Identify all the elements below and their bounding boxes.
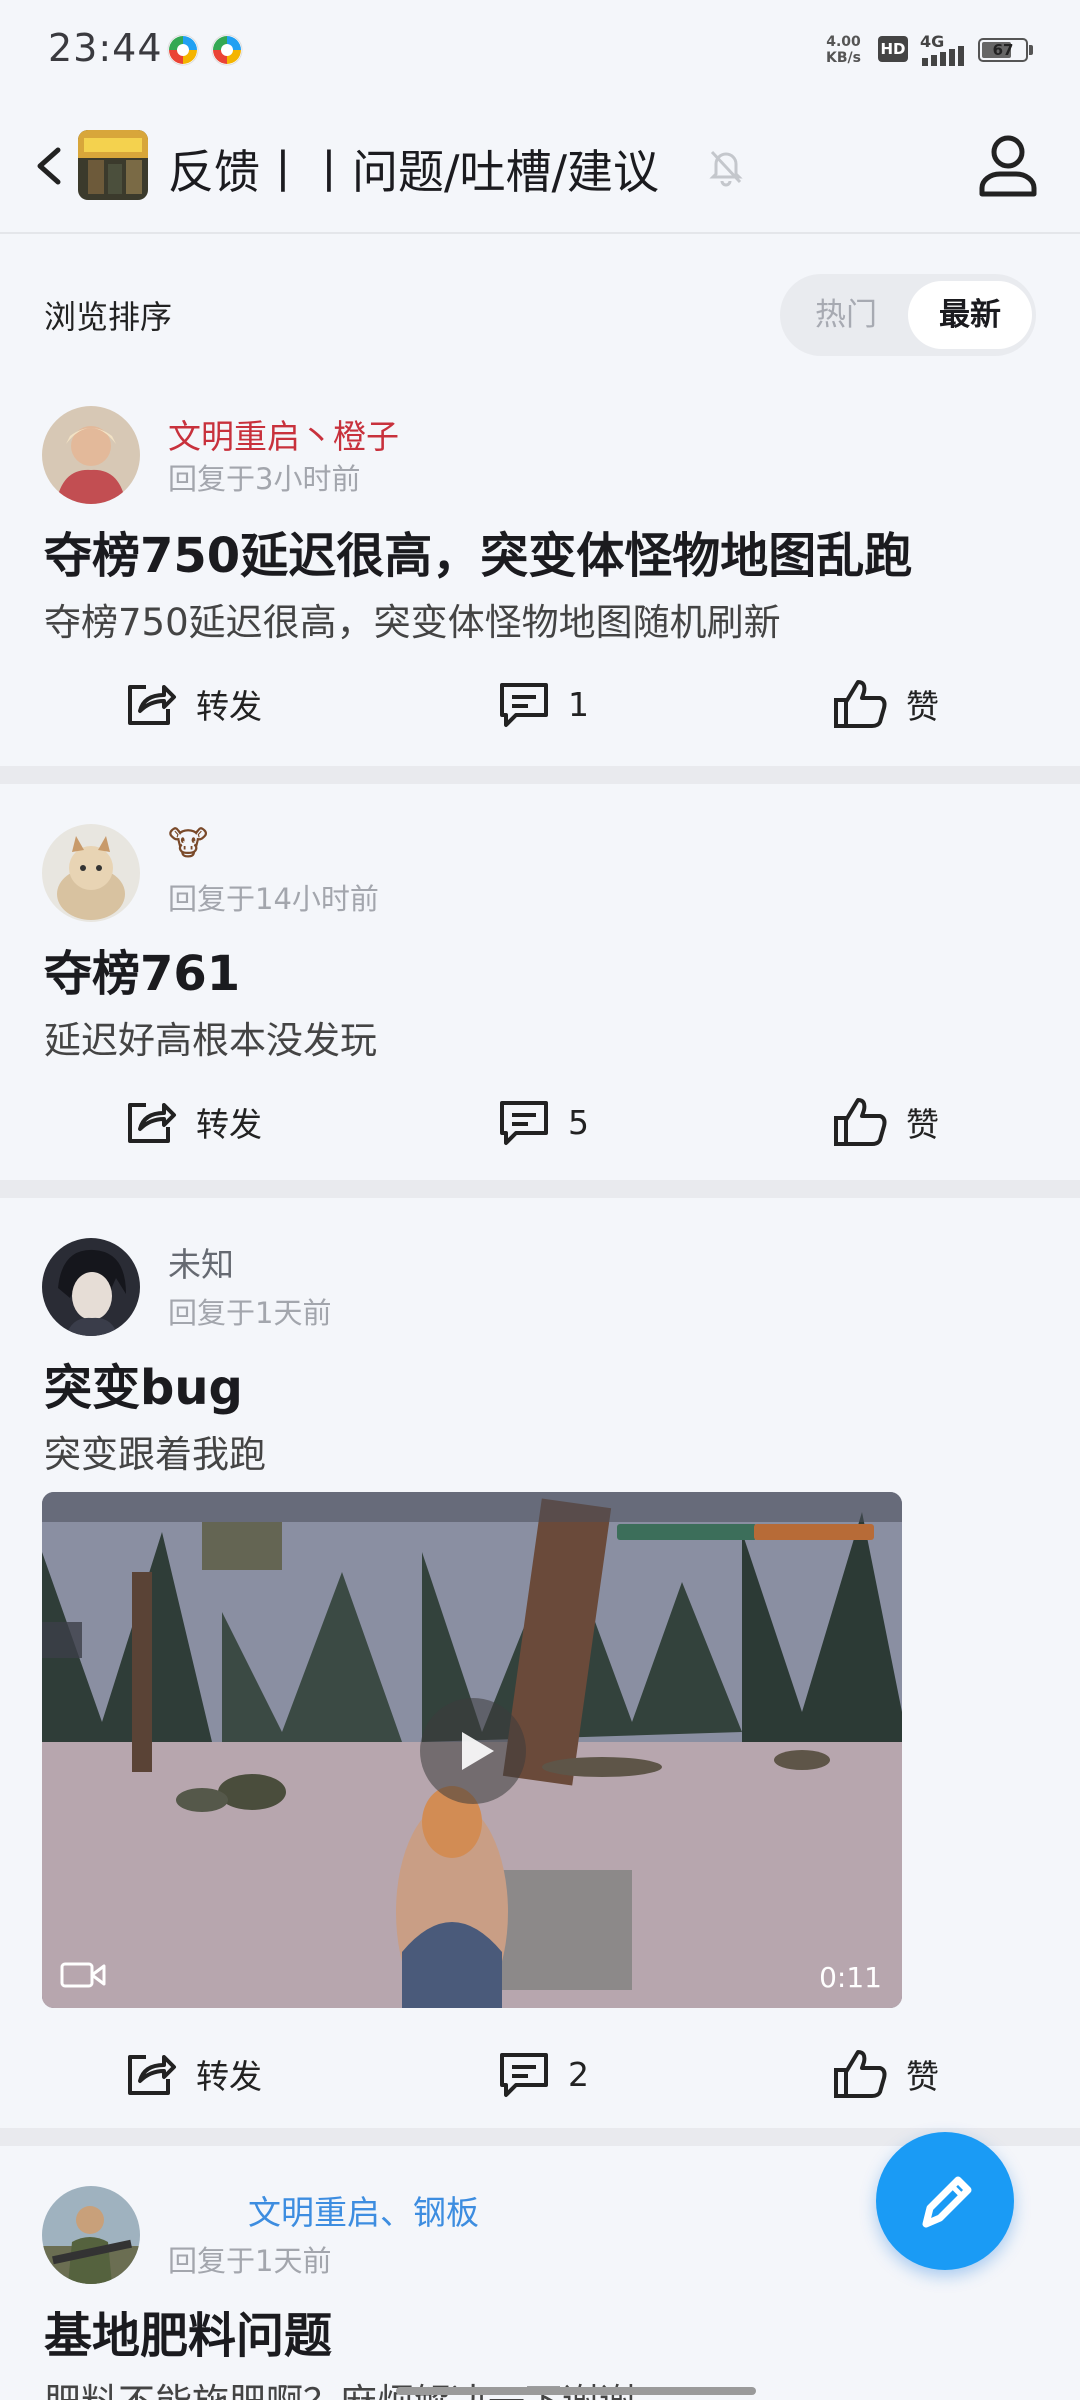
share-button[interactable]: 转发 — [124, 2044, 262, 2104]
bell-off-icon[interactable] — [704, 144, 748, 188]
signal-icon — [922, 46, 964, 66]
reply-time: 回复于1天前 — [168, 2244, 332, 2278]
post-card[interactable]: 文明重启丶橙子 回复于3小时前 夺榜750延迟很高，突变体怪物地图乱跑 夺榜75… — [0, 380, 1080, 768]
status-time: 23:44 — [48, 26, 163, 70]
comment-count: 2 — [568, 2054, 589, 2094]
avatar[interactable] — [42, 2186, 140, 2284]
post-body[interactable]: 延迟好高根本没发玩 — [44, 1010, 377, 1064]
play-button[interactable] — [420, 1698, 526, 1804]
post-divider — [0, 1180, 1080, 1198]
comment-icon — [500, 683, 548, 727]
battery-icon: 67 — [978, 38, 1028, 62]
back-icon[interactable] — [26, 134, 82, 198]
video-thumbnail[interactable]: 0:11 — [42, 1492, 902, 2008]
share-label: 转发 — [196, 687, 262, 726]
post-divider — [0, 766, 1080, 784]
reply-time: 回复于3小时前 — [168, 462, 361, 496]
comment-icon — [500, 1101, 548, 1145]
video-camera-icon — [60, 1962, 106, 1988]
comment-icon — [500, 2053, 548, 2097]
share-label: 转发 — [196, 2057, 262, 2096]
avatar[interactable] — [42, 406, 140, 504]
share-icon — [128, 685, 176, 725]
sort-bar: 浏览排序 热门 最新 — [0, 234, 1080, 364]
sort-toggle: 热门 最新 — [780, 274, 1036, 356]
forum-title: 反馈丨丨问题/吐槽/建议 — [168, 145, 659, 199]
post-title[interactable]: 基地肥料问题 — [44, 2296, 332, 2366]
share-button[interactable]: 转发 — [124, 674, 262, 734]
sort-hot-option[interactable]: 热门 — [784, 281, 908, 349]
top-app-bar: 反馈丨丨问题/吐槽/建议 — [0, 100, 1080, 234]
thumbs-up-icon — [834, 2050, 887, 2098]
status-bar: 23:44 4.00 KB/s HD 4G 67 — [0, 0, 1080, 100]
reply-time: 回复于14小时前 — [168, 882, 379, 916]
post-title[interactable]: 夺榜761 — [44, 934, 240, 1004]
post-title[interactable]: 突变bug — [44, 1348, 243, 1418]
forum-avatar[interactable] — [78, 130, 148, 200]
avatar[interactable] — [42, 1238, 140, 1336]
share-icon — [128, 1103, 176, 1143]
sort-latest-option[interactable]: 最新 — [908, 281, 1032, 349]
like-button[interactable]: 赞 — [832, 674, 939, 734]
share-icon — [128, 2055, 176, 2095]
battery-tip — [1029, 45, 1033, 55]
avatar[interactable] — [42, 824, 140, 922]
thumbs-up-icon — [834, 680, 887, 728]
like-button[interactable]: 赞 — [832, 1092, 939, 1152]
post-body[interactable]: 肥料不能施肥啊？麻烦解决一下谢谢 — [44, 2372, 636, 2400]
post-card[interactable]: 未知 回复于1天前 突变bug 突变跟着我跑 0:11 转发 2 赞 — [0, 1198, 1080, 2128]
post-body[interactable]: 突变跟着我跑 — [44, 1424, 266, 1478]
like-label: 赞 — [906, 687, 939, 726]
post-title[interactable]: 夺榜750延迟很高，突变体怪物地图乱跑 — [44, 516, 912, 586]
home-indicator[interactable] — [396, 2387, 756, 2395]
comment-button[interactable]: 5 — [498, 1092, 589, 1152]
like-label: 赞 — [906, 1105, 939, 1144]
share-label: 转发 — [196, 1105, 262, 1144]
author-name[interactable]: 🐮 — [168, 824, 208, 864]
share-button[interactable]: 转发 — [124, 1092, 262, 1152]
author-name[interactable]: 文明重启丶橙子 — [168, 410, 399, 458]
new-post-button[interactable] — [876, 2132, 1014, 2270]
comment-count: 1 — [568, 684, 589, 724]
comment-button[interactable]: 1 — [498, 674, 589, 734]
video-duration: 0:11 — [819, 1961, 882, 1994]
hd-badge: HD — [878, 36, 908, 62]
app-notification-icon — [211, 34, 243, 66]
reply-time: 回复于1天前 — [168, 1296, 332, 1330]
pencil-icon — [922, 2176, 972, 2228]
user-icon[interactable] — [976, 130, 1040, 200]
sort-label: 浏览排序 — [44, 298, 173, 336]
thumbs-up-icon — [834, 1098, 887, 1146]
battery-percent: 67 — [992, 41, 1014, 59]
author-name[interactable]: 未知 — [168, 1238, 234, 1286]
comment-count: 5 — [568, 1102, 589, 1142]
post-card[interactable]: 🐮 回复于14小时前 夺榜761 延迟好高根本没发玩 转发 5 赞 — [0, 784, 1080, 1178]
app-notification-icon — [167, 34, 199, 66]
post-body[interactable]: 夺榜750延迟很高，突变体怪物地图随机刷新 — [44, 592, 781, 646]
network-speed: 4.00 KB/s — [826, 34, 861, 66]
comment-button[interactable]: 2 — [498, 2044, 589, 2104]
like-button[interactable]: 赞 — [832, 2044, 939, 2104]
like-label: 赞 — [906, 2057, 939, 2096]
author-name[interactable]: 文明重启、钢板 — [248, 2186, 479, 2234]
play-icon — [462, 1732, 494, 1770]
